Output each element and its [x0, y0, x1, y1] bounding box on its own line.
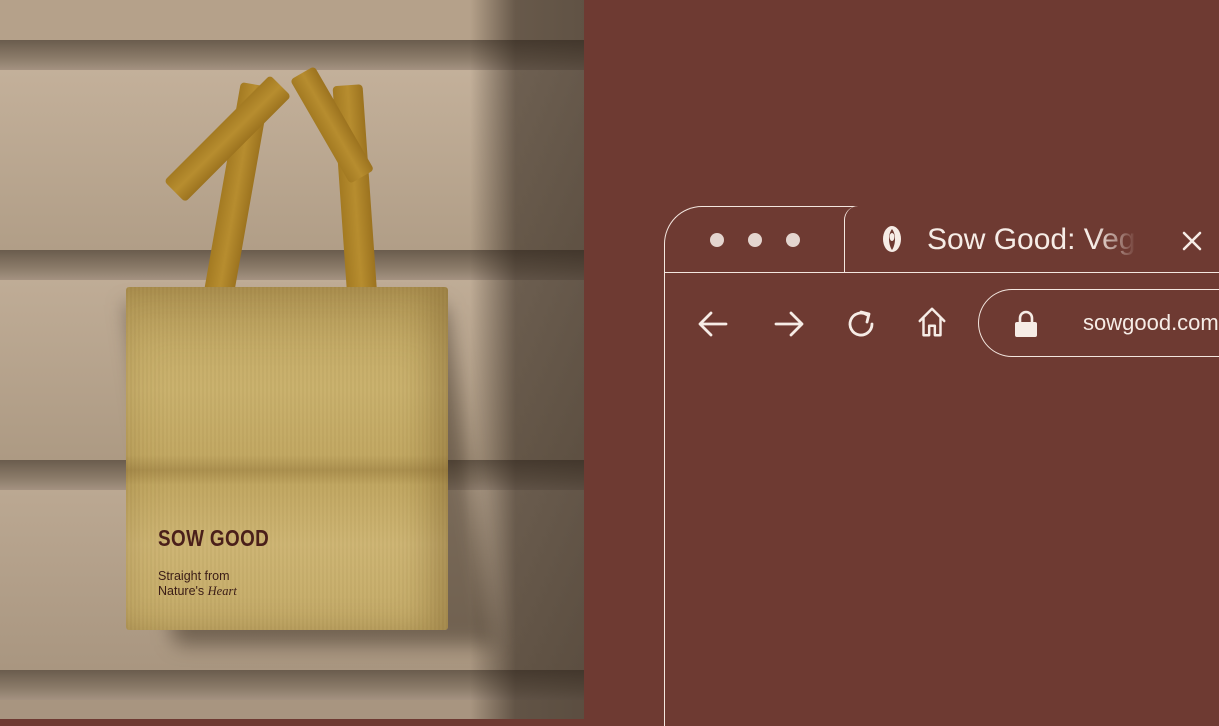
tab-title: Sow Good: Vegan: [927, 223, 1137, 256]
tab-bar-divider: [664, 272, 1219, 273]
bag-tagline-line1: Straight from: [158, 569, 230, 583]
browser-frame: [664, 206, 1219, 726]
arrow-right-icon[interactable]: [772, 307, 806, 341]
browser-window: Sow Good: Vegan sowgood.com: [664, 206, 1219, 726]
tote-bag-photo: SOW GOOD Straight from Nature's Heart: [0, 0, 584, 719]
bag-tagline-italic: Heart: [207, 584, 237, 598]
tote-bag: SOW GOOD Straight from Nature's Heart: [110, 66, 494, 655]
bag-tagline-line2: Nature's Heart: [158, 584, 237, 599]
window-dot[interactable]: [786, 233, 800, 247]
bag-logo: SOW GOOD: [158, 525, 270, 551]
address-bar[interactable]: sowgood.com: [978, 289, 1219, 357]
home-icon[interactable]: [915, 305, 949, 339]
window-dot[interactable]: [710, 233, 724, 247]
window-controls: [710, 233, 800, 247]
bag-tagline-prefix: Nature's: [158, 584, 208, 598]
bag-fold: [126, 455, 448, 485]
seed-logo-icon: [883, 226, 901, 252]
url-text: sowgood.com: [1083, 310, 1219, 335]
reload-icon[interactable]: [844, 307, 878, 341]
window-dot[interactable]: [748, 233, 762, 247]
bag-tagline: Straight from Nature's Heart: [158, 569, 237, 599]
arrow-left-icon[interactable]: [696, 307, 730, 341]
browser-tab[interactable]: Sow Good: Vegan: [844, 206, 1219, 272]
close-icon[interactable]: [1181, 230, 1203, 252]
lock-icon: [1015, 310, 1037, 337]
